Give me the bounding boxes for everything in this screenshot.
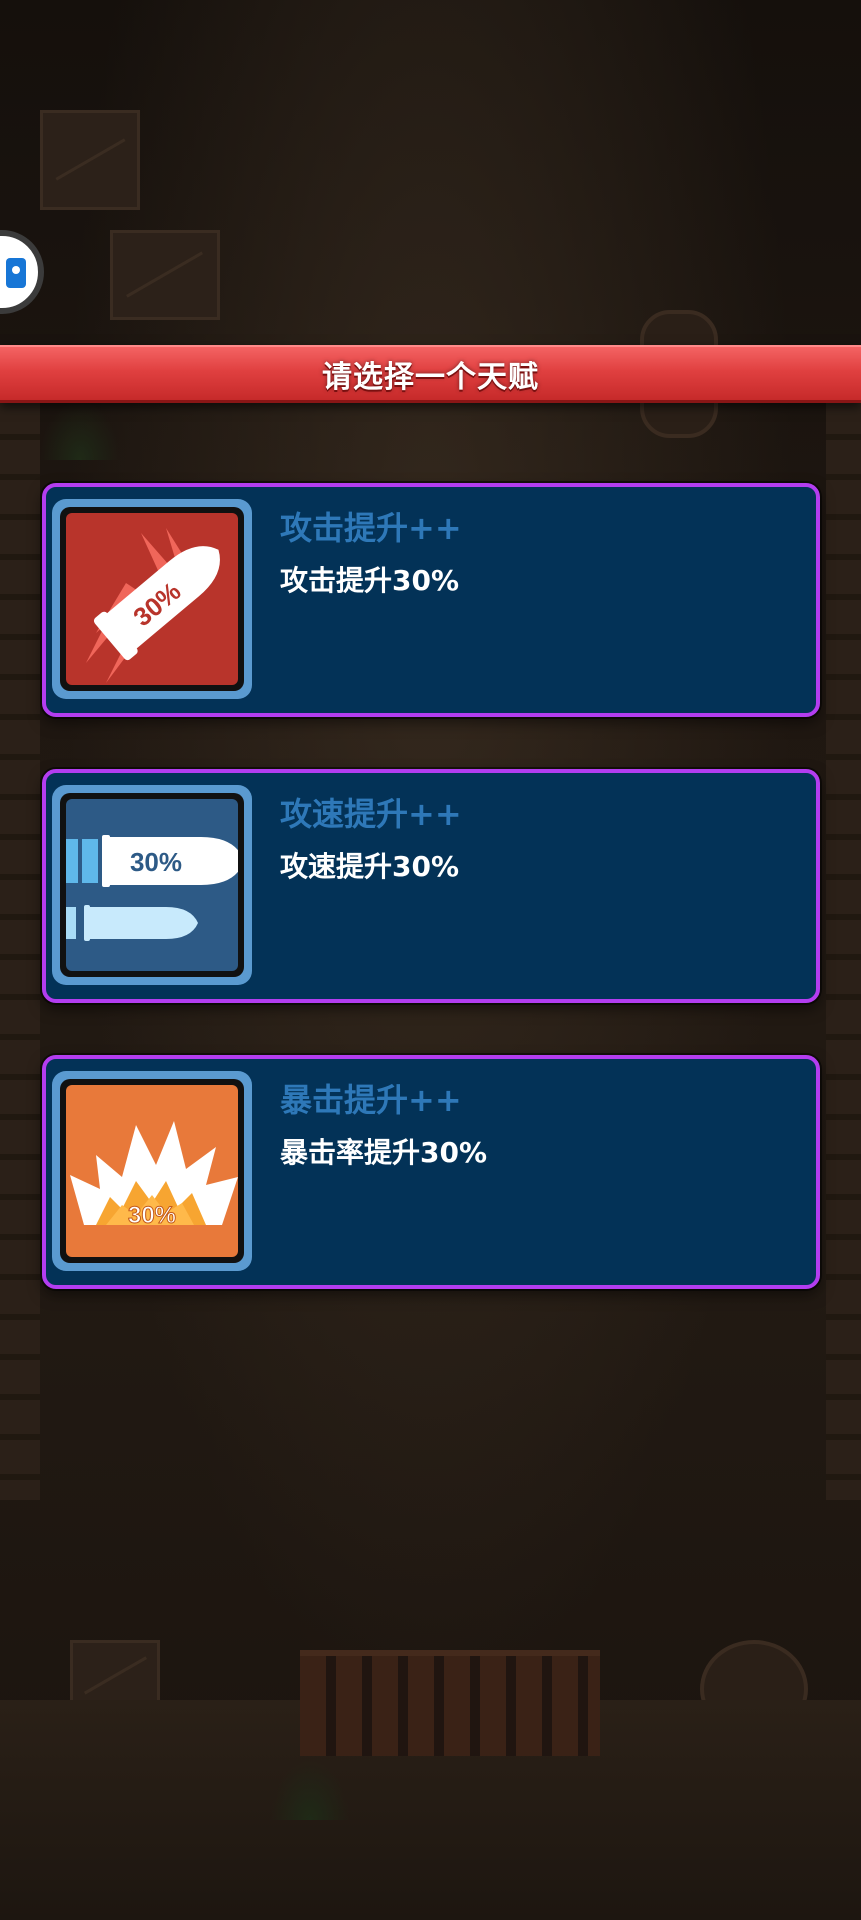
title-banner: 请选择一个天赋 bbox=[0, 345, 861, 403]
background-wall bbox=[826, 400, 861, 1500]
background-crate bbox=[110, 230, 220, 320]
talent-name: 攻击提升++ bbox=[280, 509, 462, 547]
background-plant bbox=[270, 1760, 350, 1820]
icon-label: 30% bbox=[130, 847, 182, 877]
background-wall bbox=[0, 400, 40, 1500]
double-bullet-icon: 30% bbox=[66, 799, 238, 971]
explosion-icon: 30% bbox=[66, 1085, 238, 1257]
talent-card-critical[interactable]: 30% 暴击提升++ 暴击率提升30% bbox=[42, 1055, 820, 1289]
side-menu-icon bbox=[6, 258, 26, 288]
page-title: 请选择一个天赋 bbox=[322, 359, 539, 395]
background-fence bbox=[300, 1650, 600, 1756]
talent-name: 暴击提升++ bbox=[280, 1081, 462, 1119]
talent-icon-frame: 30% bbox=[52, 1071, 252, 1271]
talent-icon-frame: 30% bbox=[52, 499, 252, 699]
background-plant bbox=[40, 400, 120, 460]
talent-description: 攻击提升30% bbox=[280, 564, 460, 597]
icon-label: 30% bbox=[128, 1202, 176, 1229]
talent-card-attack-speed[interactable]: 30% 攻速提升++ 攻速提升30% bbox=[42, 769, 820, 1003]
talent-card-attack[interactable]: 30% 攻击提升++ 攻击提升30% bbox=[42, 483, 820, 717]
talent-name: 攻速提升++ bbox=[280, 795, 462, 833]
talent-icon-frame: 30% bbox=[52, 785, 252, 985]
background-crate bbox=[40, 110, 140, 210]
rocket-bullet-icon: 30% bbox=[66, 513, 238, 685]
talent-description: 攻速提升30% bbox=[280, 850, 460, 883]
talent-description: 暴击率提升30% bbox=[280, 1136, 488, 1169]
